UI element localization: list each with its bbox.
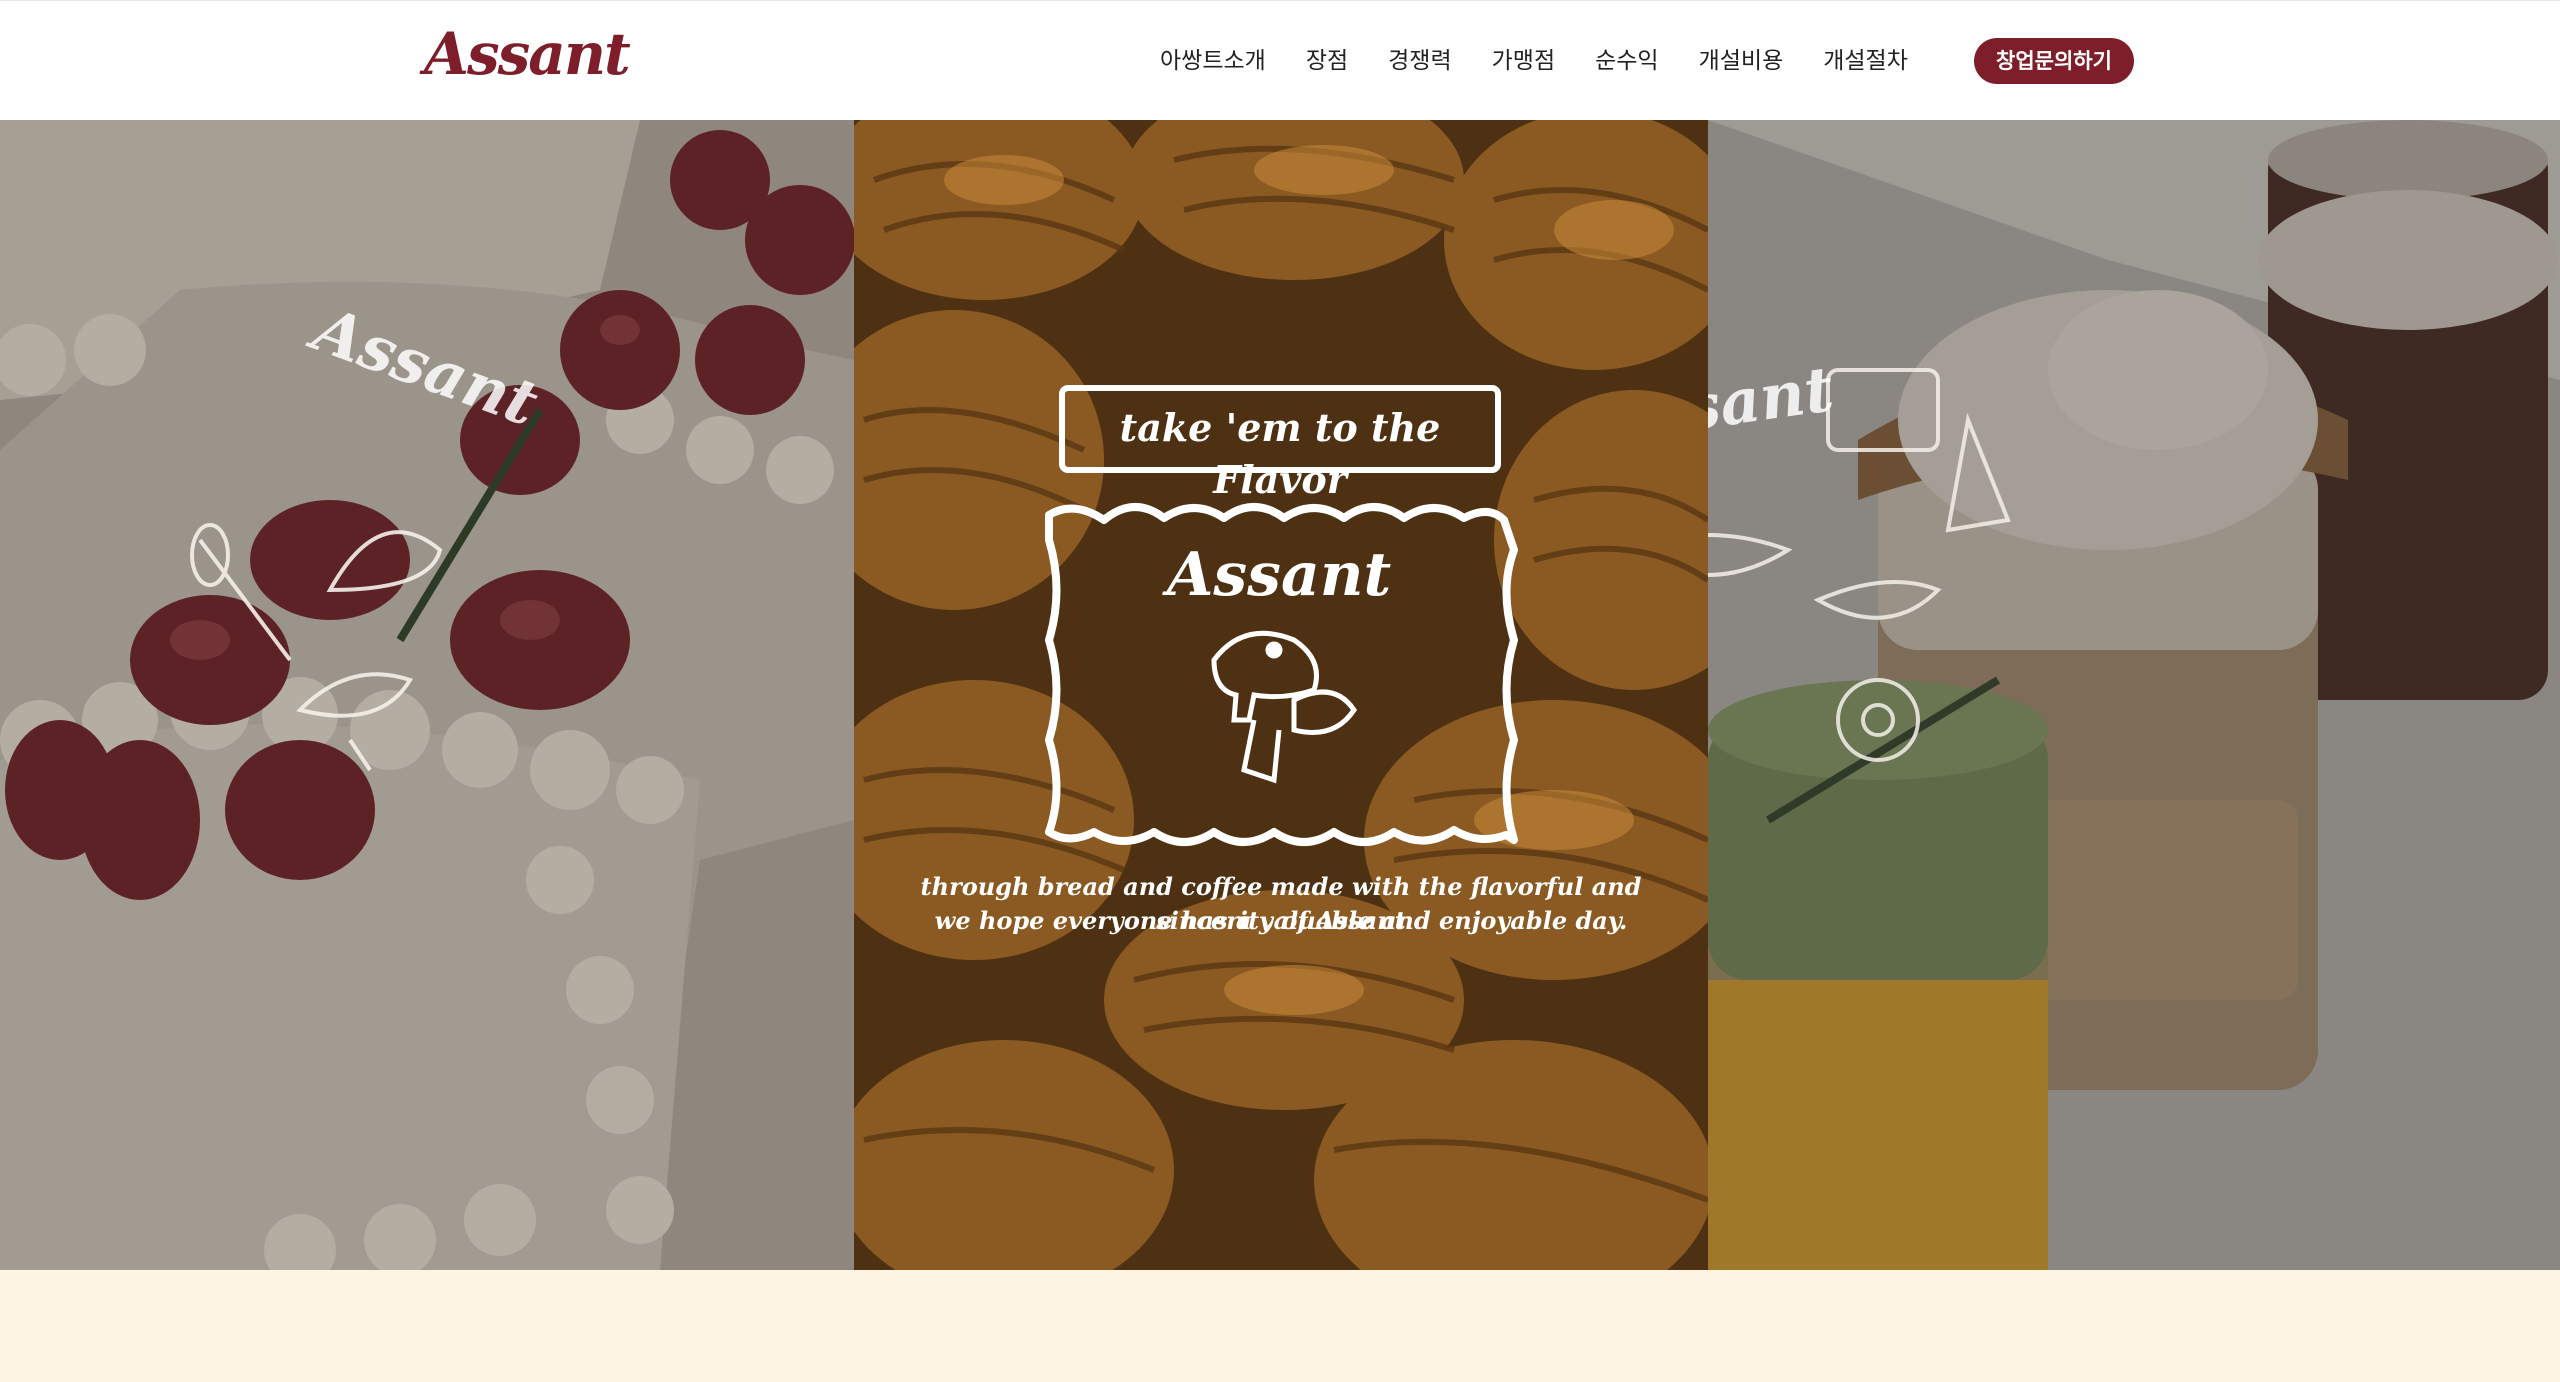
- nav-item-advantages[interactable]: 장점: [1306, 41, 1348, 81]
- coffee-drinks-image: [1708, 120, 2560, 1270]
- strawberry-cake-image: [0, 120, 854, 1270]
- croissant-image-panel: take 'em to the Flavor Assant through br…: [854, 120, 1708, 1270]
- emblem-banner-text: take 'em to the Flavor: [1119, 405, 1441, 502]
- hero-section: Assant take 'em to the Flavor Assant thr…: [0, 120, 2560, 1270]
- brand-logo[interactable]: Assant: [424, 19, 631, 89]
- main-nav: 아쌍트소개 장점 경쟁력 가맹점 순수익 개설비용 개설절차: [1160, 41, 1948, 81]
- cream-section-band: [0, 1270, 2560, 1382]
- hero-tagline-line-2: we hope everyone has a valuable and enjo…: [934, 906, 1628, 935]
- nav-item-franchise-stores[interactable]: 가맹점: [1492, 41, 1555, 81]
- drinks-image-panel: Assant: [1708, 120, 2560, 1270]
- nav-item-opening-process[interactable]: 개설절차: [1823, 41, 1908, 81]
- nav-item-opening-cost[interactable]: 개설비용: [1699, 41, 1784, 81]
- cake-image-panel: Assant: [0, 120, 854, 1270]
- croissant-image: [854, 120, 1708, 1270]
- site-header: Assant 아쌍트소개 장점 경쟁력 가맹점 순수익 개설비용 개설절차 창업…: [0, 0, 2560, 120]
- startup-inquiry-button[interactable]: 창업문의하기: [1974, 38, 2134, 84]
- nav-item-about[interactable]: 아쌍트소개: [1160, 41, 1266, 81]
- nav-item-net-profit[interactable]: 순수익: [1595, 41, 1658, 81]
- nav-item-competitiveness[interactable]: 경쟁력: [1388, 41, 1451, 81]
- emblem-assant-logo: Assant: [1166, 540, 1392, 610]
